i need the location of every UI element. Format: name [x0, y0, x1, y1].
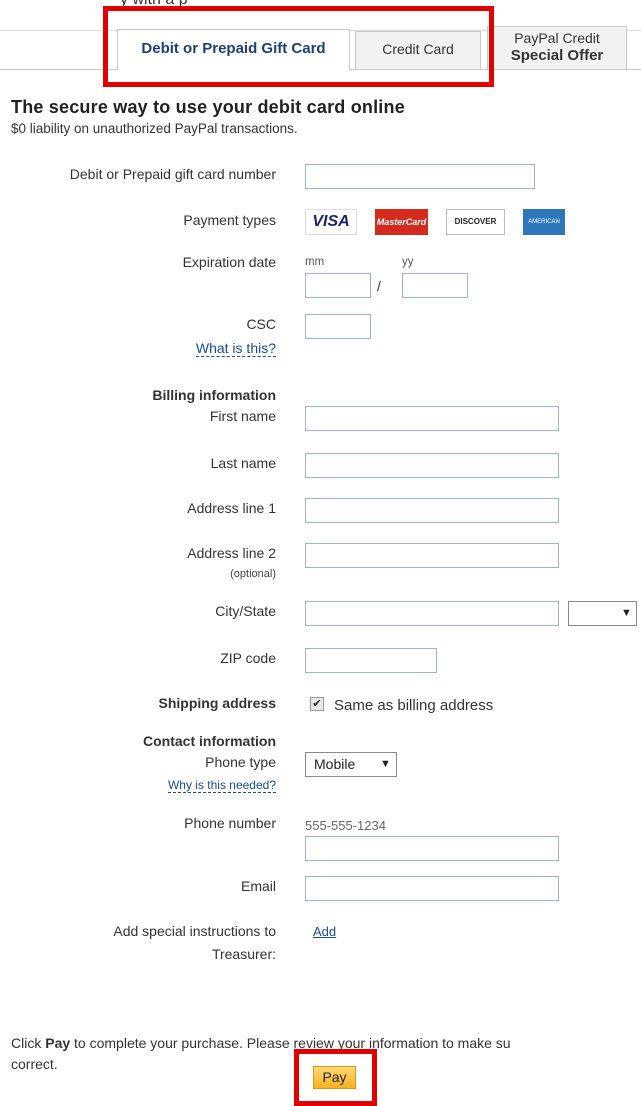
address-line-1-label: Address line 1: [187, 500, 276, 516]
tabs-highlight-box: [103, 6, 494, 87]
first-name-input[interactable]: [305, 406, 559, 431]
mastercard-card-icon: MasterCard: [375, 209, 428, 235]
first-name-label: First name: [209, 408, 276, 424]
expiration-month-hint: mm: [305, 256, 325, 268]
chevron-down-icon: ▼: [621, 607, 632, 619]
contact-info-heading: Contact information: [143, 733, 276, 749]
phone-number-input[interactable]: [305, 836, 559, 861]
same-as-billing-checkbox[interactable]: ✔: [310, 697, 324, 711]
card-number-label: Debit or Prepaid gift card number: [69, 166, 276, 182]
pay-highlight-box: [294, 1049, 377, 1106]
footer-text-pre: Click: [11, 1035, 46, 1051]
phone-type-label: Phone type: [205, 754, 276, 770]
special-instructions-label-2: Treasurer:: [211, 946, 276, 962]
shipping-address-heading: Shipping address: [158, 695, 276, 711]
phone-type-select[interactable]: Mobile ▼: [305, 752, 397, 777]
page-subheading: $0 liability on unauthorized PayPal tran…: [11, 121, 298, 136]
city-input[interactable]: [305, 601, 559, 626]
expiration-year-input[interactable]: [402, 273, 468, 298]
check-icon: ✔: [312, 698, 322, 710]
amex-card-icon: AMERICAN EXPRESS: [523, 209, 565, 251]
add-special-instructions-link[interactable]: Add: [313, 924, 336, 939]
visa-card-icon: VISA: [305, 209, 357, 235]
zip-code-input[interactable]: [305, 648, 437, 673]
billing-info-heading: Billing information: [152, 387, 276, 403]
discover-card-icon: DISCOVER: [446, 209, 505, 235]
expiration-date-label: Expiration date: [182, 254, 276, 270]
expiration-slash: /: [377, 278, 381, 294]
csc-input[interactable]: [305, 314, 371, 339]
card-number-input[interactable]: [305, 164, 535, 189]
payment-types-label: Payment types: [183, 212, 276, 228]
phone-type-value: Mobile: [314, 756, 356, 772]
expiration-year-hint: yy: [402, 256, 414, 268]
address-line-2-optional: (optional): [230, 568, 276, 580]
footer-text-pay: Pay: [45, 1035, 71, 1051]
city-state-label: City/State: [215, 603, 276, 619]
last-name-label: Last name: [210, 455, 276, 471]
tab-paypal-credit[interactable]: PayPal Credit Special Offer: [487, 26, 627, 69]
footer-text-line2: correct.: [11, 1056, 58, 1072]
csc-help-link[interactable]: What is this?: [195, 340, 276, 357]
tab-paypal-credit-label: PayPal Credit: [514, 30, 600, 46]
address-line-1-input[interactable]: [305, 498, 559, 523]
csc-label: CSC: [246, 316, 276, 332]
address-line-2-input[interactable]: [305, 543, 559, 568]
chevron-down-icon: ▼: [380, 758, 391, 770]
special-instructions-label: Add special instructions to: [113, 923, 276, 939]
page-heading: The secure way to use your debit card on…: [11, 97, 405, 117]
phone-number-label: Phone number: [184, 815, 276, 831]
last-name-input[interactable]: [305, 453, 559, 478]
address-line-2-label: Address line 2: [187, 545, 276, 561]
zip-code-label: ZIP code: [220, 650, 276, 666]
phone-number-hint: 555-555-1234: [305, 818, 386, 833]
footer-text-post: to complete your purchase. Please review…: [70, 1035, 511, 1051]
expiration-month-input[interactable]: [305, 273, 371, 298]
why-needed-link[interactable]: Why is this needed?: [167, 778, 276, 793]
email-input[interactable]: [305, 876, 559, 901]
tab-paypal-credit-offer: Special Offer: [510, 47, 604, 64]
email-label: Email: [240, 878, 276, 894]
state-select[interactable]: ▼: [568, 601, 637, 626]
same-as-billing-label: Same as billing address: [334, 697, 494, 714]
